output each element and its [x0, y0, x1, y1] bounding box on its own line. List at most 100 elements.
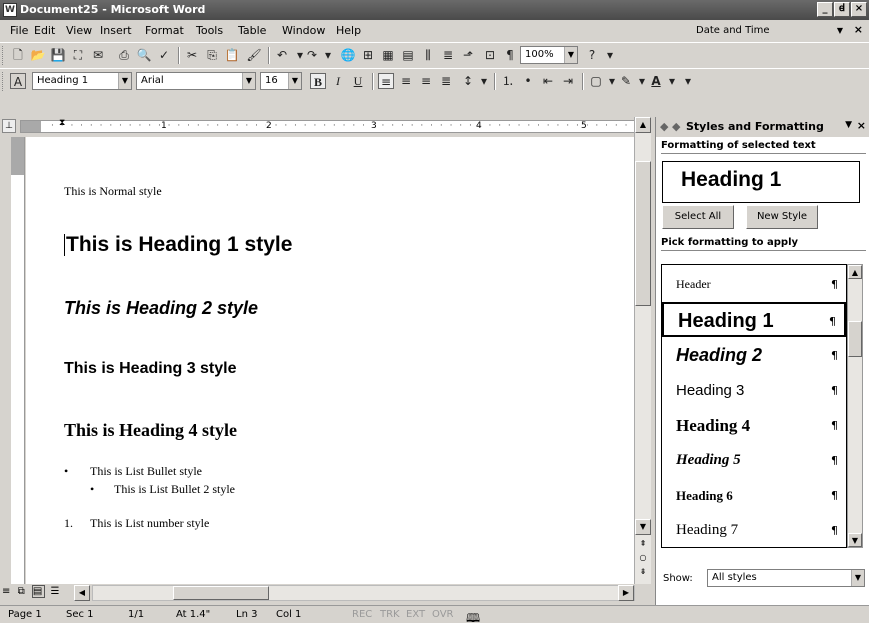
- menu-window[interactable]: Window: [282, 24, 325, 37]
- scroll-thumb[interactable]: [848, 321, 862, 357]
- tables-borders-icon[interactable]: ⊞: [360, 47, 376, 63]
- list-item[interactable]: Heading 2 ¶: [662, 338, 846, 373]
- align-right-icon[interactable]: ≡: [418, 73, 434, 89]
- drawing-icon[interactable]: ≣: [440, 47, 456, 63]
- scroll-left-icon[interactable]: ◀: [74, 585, 90, 601]
- scroll-down-icon[interactable]: ▼: [848, 533, 862, 547]
- menu-edit[interactable]: Edit: [34, 24, 55, 37]
- list-bullet2-line[interactable]: • This is List Bullet 2 style: [90, 482, 235, 497]
- font-color-icon[interactable]: A: [648, 73, 664, 89]
- align-center-icon[interactable]: ≡: [398, 73, 414, 89]
- heading4-line[interactable]: This is Heading 4 style: [64, 420, 237, 441]
- numbering-icon[interactable]: ⒈: [500, 73, 516, 89]
- selected-style-box[interactable]: Heading 1: [662, 161, 860, 203]
- menu-file[interactable]: File: [10, 24, 28, 37]
- list-item[interactable]: Heading 5 ¶: [662, 443, 846, 478]
- list-item[interactable]: Heading 1 ¶: [662, 302, 846, 337]
- insert-excel-icon[interactable]: ▤: [400, 47, 416, 63]
- styles-formatting-icon[interactable]: A: [10, 73, 26, 89]
- show-hide-icon[interactable]: ¶: [502, 47, 518, 63]
- horizontal-scroll-track[interactable]: [92, 585, 635, 601]
- horizontal-scroll-thumb[interactable]: [173, 586, 269, 600]
- spelling-icon[interactable]: ✓: [156, 47, 172, 63]
- toolbar-options-icon[interactable]: ▾: [680, 73, 696, 89]
- ask-question-box[interactable]: Date and Time ▼: [690, 23, 845, 39]
- list-item[interactable]: Heading 4 ¶: [662, 408, 846, 443]
- copy-icon[interactable]: ⎘: [204, 47, 220, 63]
- select-all-button[interactable]: Select All: [662, 205, 734, 229]
- bullets-icon[interactable]: •: [520, 73, 536, 89]
- line-spacing-dropdown-icon[interactable]: ▾: [476, 73, 492, 89]
- justify-icon[interactable]: ≣: [438, 73, 454, 89]
- list-item[interactable]: Heading 3 ¶: [662, 373, 846, 408]
- status-trk[interactable]: TRK: [380, 609, 400, 620]
- cut-icon[interactable]: ✂: [184, 47, 200, 63]
- hyperlink-icon[interactable]: 🌐: [340, 47, 356, 63]
- borders-icon[interactable]: ▢: [588, 73, 604, 89]
- list-number-line[interactable]: 1. This is List number style: [64, 516, 209, 531]
- new-style-button[interactable]: New Style: [746, 205, 818, 229]
- back-arrow-icon[interactable]: ◆: [660, 120, 668, 133]
- menu-view[interactable]: View: [66, 24, 92, 37]
- scroll-down-icon[interactable]: ▼: [635, 519, 651, 535]
- scroll-up-icon[interactable]: ▲: [635, 117, 651, 133]
- new-document-icon[interactable]: 🗋: [10, 47, 26, 63]
- chevron-down-icon[interactable]: ▼: [118, 73, 131, 89]
- next-page-icon[interactable]: ⇟: [635, 565, 651, 581]
- bold-button[interactable]: B: [310, 73, 326, 89]
- chevron-down-icon[interactable]: ▼: [288, 73, 301, 89]
- status-ext[interactable]: EXT: [406, 609, 425, 620]
- align-left-icon[interactable]: ≡: [378, 73, 394, 89]
- toolbar-grip[interactable]: [2, 72, 5, 91]
- list-item[interactable]: Header ¶: [662, 267, 846, 302]
- print-icon[interactable]: ⎙: [116, 47, 132, 63]
- menu-table[interactable]: Table: [238, 24, 266, 37]
- increase-indent-icon[interactable]: ⇥: [560, 73, 576, 89]
- scroll-right-icon[interactable]: ▶: [618, 585, 634, 601]
- style-select[interactable]: Heading 1 ▼: [32, 72, 132, 90]
- word-app-icon[interactable]: W: [3, 3, 17, 17]
- list-item[interactable]: Heading 6 ¶: [662, 478, 846, 513]
- undo-icon[interactable]: ↶: [274, 47, 290, 63]
- toolbar-options-icon[interactable]: ▾: [602, 47, 618, 63]
- close-icon[interactable]: ×: [857, 119, 866, 132]
- document-page[interactable]: This is Normal style This is Heading 1 s…: [26, 137, 634, 584]
- format-painter-icon[interactable]: 🖌: [246, 47, 262, 63]
- menu-help[interactable]: Help: [336, 24, 361, 37]
- decrease-indent-icon[interactable]: ⇤: [540, 73, 556, 89]
- email-icon[interactable]: ✉: [90, 47, 106, 63]
- menu-tools[interactable]: Tools: [196, 24, 223, 37]
- forward-arrow-icon[interactable]: ◆: [672, 120, 680, 133]
- document-vertical-scrollbar[interactable]: ▲ ▼ ⇞ ○ ⇟: [634, 117, 651, 584]
- restore-button[interactable]: ꟈ: [834, 2, 850, 17]
- print-layout-icon[interactable]: ▤: [31, 585, 46, 598]
- permission-icon[interactable]: ⛶: [70, 47, 86, 63]
- list-bullet-line[interactable]: • This is List Bullet style: [64, 464, 202, 479]
- close-button[interactable]: ×: [851, 2, 867, 17]
- normal-view-icon[interactable]: ≡: [2, 586, 12, 597]
- close-document-button[interactable]: ×: [854, 23, 863, 36]
- redo-icon[interactable]: ↷: [304, 47, 320, 63]
- document-map-icon[interactable]: ⬏: [460, 47, 476, 63]
- print-preview-icon[interactable]: 🔍: [136, 47, 152, 63]
- save-icon[interactable]: 💾: [50, 47, 66, 63]
- chevron-down-icon[interactable]: ▼: [242, 73, 255, 89]
- zoom-icon[interactable]: ⊡: [482, 47, 498, 63]
- italic-button[interactable]: I: [330, 73, 346, 89]
- font-select[interactable]: Arial ▼: [136, 72, 256, 90]
- columns-icon[interactable]: ⫼: [420, 47, 436, 63]
- insert-table-icon[interactable]: ▦: [380, 47, 396, 63]
- minimize-button[interactable]: _: [817, 2, 833, 17]
- chevron-down-icon[interactable]: ▼: [845, 120, 852, 130]
- status-rec[interactable]: REC: [352, 609, 372, 620]
- normal-style-line[interactable]: This is Normal style: [64, 184, 162, 199]
- paste-icon[interactable]: 📋: [224, 47, 240, 63]
- show-select[interactable]: All styles ▼: [707, 569, 865, 587]
- chevron-down-icon[interactable]: ▼: [837, 23, 843, 39]
- heading3-line[interactable]: This is Heading 3 style: [64, 360, 237, 378]
- vertical-ruler[interactable]: [11, 137, 25, 584]
- font-size-select[interactable]: 16 ▼: [260, 72, 302, 90]
- web-layout-icon[interactable]: ⧉: [18, 586, 27, 597]
- tab-selector[interactable]: ⊥: [2, 119, 16, 133]
- scroll-thumb[interactable]: [635, 161, 651, 306]
